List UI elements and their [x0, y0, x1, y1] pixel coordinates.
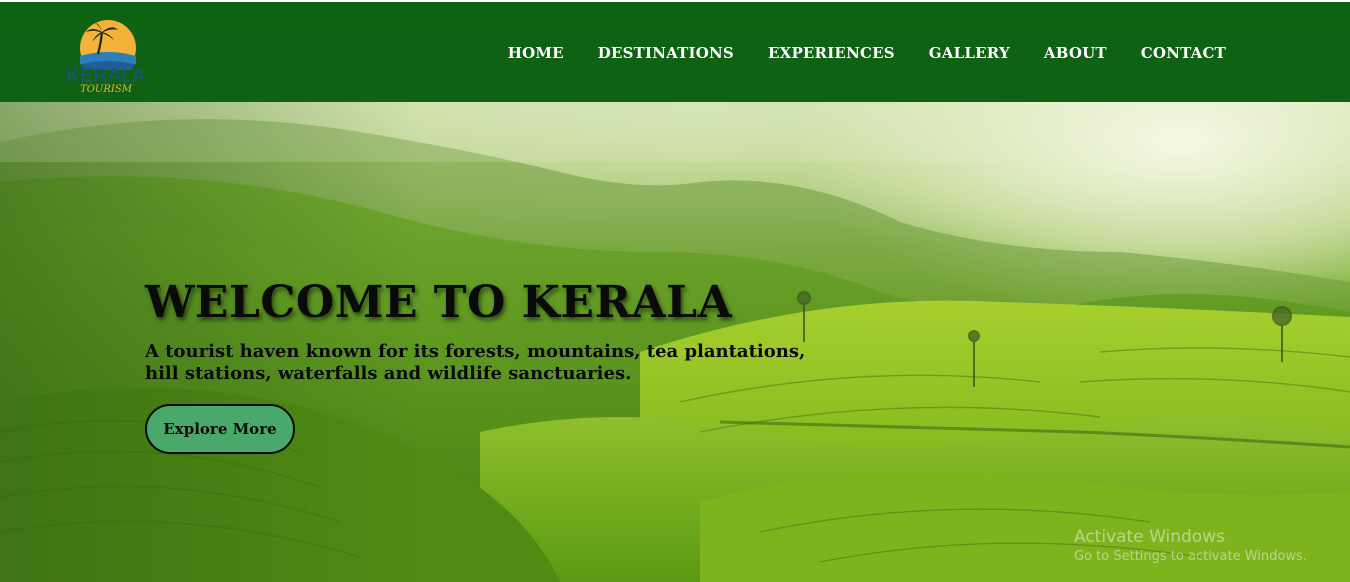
- watermark-subtitle: Go to Settings to activate Windows.: [1074, 549, 1307, 564]
- nav-gallery[interactable]: GALLERY: [929, 44, 1010, 62]
- nav-contact[interactable]: CONTACT: [1141, 44, 1226, 62]
- hero-title: WELCOME TO KERALA: [145, 277, 733, 328]
- nav-destinations[interactable]: DESTINATIONS: [598, 44, 734, 62]
- logo-wordmark: KERALA: [66, 65, 146, 87]
- watermark-title: Activate Windows: [1074, 527, 1225, 547]
- logo-tagline: TOURISM: [80, 84, 132, 95]
- nav-about[interactable]: ABOUT: [1044, 44, 1107, 62]
- explore-more-button[interactable]: Explore More: [145, 404, 295, 454]
- activate-windows-watermark: Activate Windows Go to Settings to activ…: [1074, 526, 1307, 566]
- main-nav: HOME DESTINATIONS EXPERIENCES GALLERY AB…: [508, 44, 1226, 62]
- logo-sun-palm-icon: [80, 20, 136, 70]
- nav-home[interactable]: HOME: [508, 44, 564, 62]
- hero-subtitle: A tourist haven known for its forests, m…: [145, 341, 806, 384]
- kerala-tourism-logo[interactable]: KERALA TOURISM: [58, 20, 154, 102]
- hero-section: WELCOME TO KERALA A tourist haven known …: [0, 102, 1350, 582]
- navbar: KERALA TOURISM HOME DESTINATIONS EXPERIE…: [0, 2, 1350, 102]
- nav-experiences[interactable]: EXPERIENCES: [768, 44, 895, 62]
